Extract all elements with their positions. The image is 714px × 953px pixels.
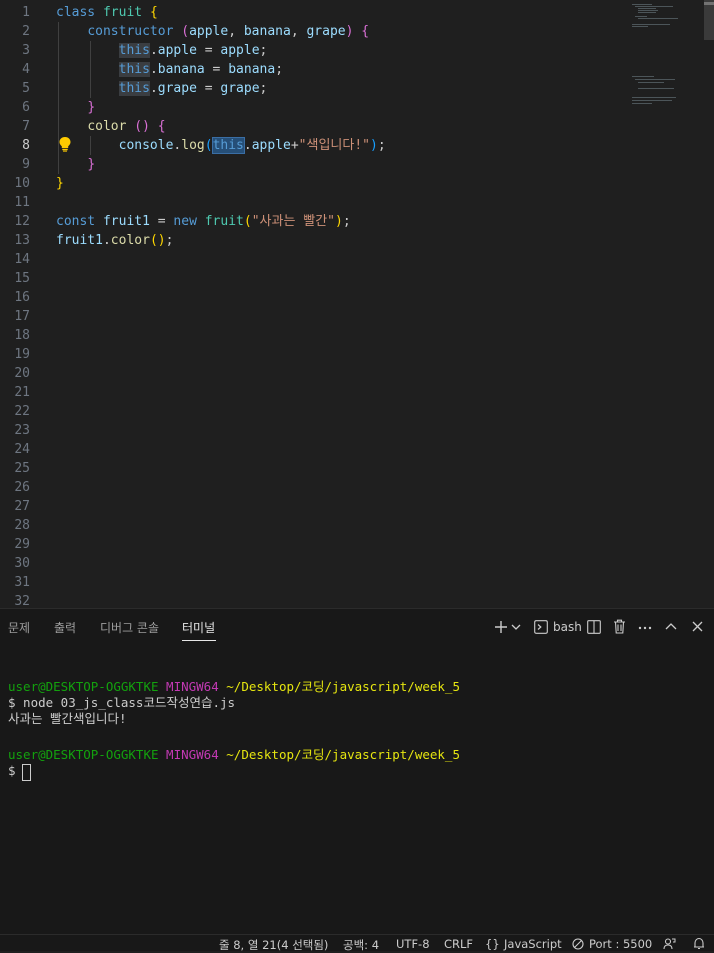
line-number: 29 <box>14 537 30 552</box>
terminal-program-output: 사과는 빨간색입니다! <box>8 711 127 726</box>
line-number: 18 <box>14 328 30 343</box>
code-line-9: } <box>87 157 96 172</box>
line-number: 8 <box>22 138 30 153</box>
line-number: 15 <box>14 271 30 286</box>
line-number: 11 <box>14 195 30 210</box>
line-number: 32 <box>14 594 30 608</box>
terminal-command: $ node 03_js_class코드작성연습.js <box>8 695 236 710</box>
line-number: 6 <box>22 100 30 115</box>
terminal-shell-name[interactable]: bash <box>553 620 582 634</box>
line-number: 10 <box>14 176 30 191</box>
selected-text: this <box>211 137 245 154</box>
braces-icon: {} <box>485 937 500 951</box>
line-number: 5 <box>22 81 30 96</box>
split-icon[interactable] <box>587 620 601 634</box>
line-number: 24 <box>14 442 30 457</box>
code-line-13: fruit1.color(); <box>56 233 174 248</box>
code-line-7: color () { <box>87 119 166 134</box>
line-number: 12 <box>14 214 30 229</box>
code-line-4: this.banana = banana; <box>118 62 284 77</box>
code-line-12: const fruit1 = new fruit("사과는 빨간"); <box>56 214 351 229</box>
line-number: 4 <box>22 62 30 77</box>
terminal-prompt-line: user@DESKTOP-OGGKTKE MINGW64 ~/Desktop/코… <box>8 679 460 694</box>
tab-debug-console[interactable]: 디버그 콘솔 <box>100 619 159 636</box>
terminal-cursor <box>22 764 31 781</box>
line-number: 2 <box>22 24 30 39</box>
code-line-10: } <box>56 176 64 191</box>
line-number: 26 <box>14 480 30 495</box>
line-number: 14 <box>14 252 30 267</box>
line-number: 17 <box>14 309 30 324</box>
line-number: 9 <box>22 157 30 172</box>
line-number: 28 <box>14 518 30 533</box>
broadcast-icon <box>572 938 584 950</box>
bottom-panel: 문제 출력 디버그 콘솔 터미널 bash user@DESKTOP-OGGKT… <box>0 608 714 935</box>
line-number: 7 <box>22 119 30 134</box>
line-number: 1 <box>22 5 30 20</box>
feedback-icon[interactable] <box>663 937 676 950</box>
line-number: 16 <box>14 290 30 305</box>
line-number: 13 <box>14 233 30 248</box>
line-number: 20 <box>14 366 30 381</box>
minimap[interactable] <box>632 0 714 120</box>
indentation[interactable]: 공백: 4 <box>343 937 379 953</box>
line-number: 30 <box>14 556 30 571</box>
active-tab-indicator <box>182 640 216 641</box>
line-number: 27 <box>14 499 30 514</box>
language-mode[interactable]: JavaScript <box>504 937 562 951</box>
editor-scrollbar[interactable] <box>704 0 714 40</box>
line-number: 25 <box>14 461 30 476</box>
terminal-icon[interactable] <box>534 620 548 634</box>
scrollbar-cursor-marker <box>704 2 714 5</box>
cursor-position[interactable]: 줄 8, 열 21(4 선택됨) <box>219 937 328 953</box>
code-line-5: this.grape = grape; <box>118 81 268 96</box>
end-of-line[interactable]: CRLF <box>444 937 473 951</box>
file-encoding[interactable]: UTF-8 <box>396 937 430 951</box>
line-number: 19 <box>14 347 30 362</box>
status-bar: 줄 8, 열 21(4 선택됨) 공백: 4 UTF-8 CRLF {} Jav… <box>0 934 714 953</box>
line-number: 23 <box>14 423 30 438</box>
terminal-prompt-symbol: $ <box>8 763 16 778</box>
bell-icon[interactable] <box>693 937 705 950</box>
close-icon[interactable] <box>692 621 703 632</box>
code-line-1: class fruit { <box>56 5 158 20</box>
terminal-prompt-line: user@DESKTOP-OGGKTKE MINGW64 ~/Desktop/코… <box>8 747 460 762</box>
ellipsis-icon[interactable] <box>638 626 652 630</box>
tab-terminal[interactable]: 터미널 <box>182 619 215 636</box>
tab-problems[interactable]: 문제 <box>8 619 30 636</box>
chevron-up-icon[interactable] <box>665 622 677 630</box>
code-line-3: this.apple = apple; <box>118 43 268 58</box>
live-server-port[interactable]: Port : 5500 <box>589 937 652 951</box>
lightbulb-icon[interactable] <box>58 136 72 152</box>
line-number: 3 <box>22 43 30 58</box>
line-number: 31 <box>14 575 30 590</box>
trash-icon[interactable] <box>613 619 626 634</box>
chevron-down-icon[interactable] <box>511 623 521 631</box>
tab-output[interactable]: 출력 <box>54 619 76 636</box>
line-number: 21 <box>14 385 30 400</box>
code-line-2: constructor (apple, banana, grape) { <box>87 24 370 39</box>
code-editor[interactable]: 1 2 3 4 5 6 7 8 9 10 11 12 13 14 15 16 17 18 19 20 21 22 23 24 2… <box>0 0 714 608</box>
code-line-6: } <box>87 100 96 115</box>
line-number: 22 <box>14 404 30 419</box>
plus-icon[interactable] <box>494 620 508 634</box>
code-line-8: console.log(this.apple+"색입니다!"); <box>118 137 386 154</box>
